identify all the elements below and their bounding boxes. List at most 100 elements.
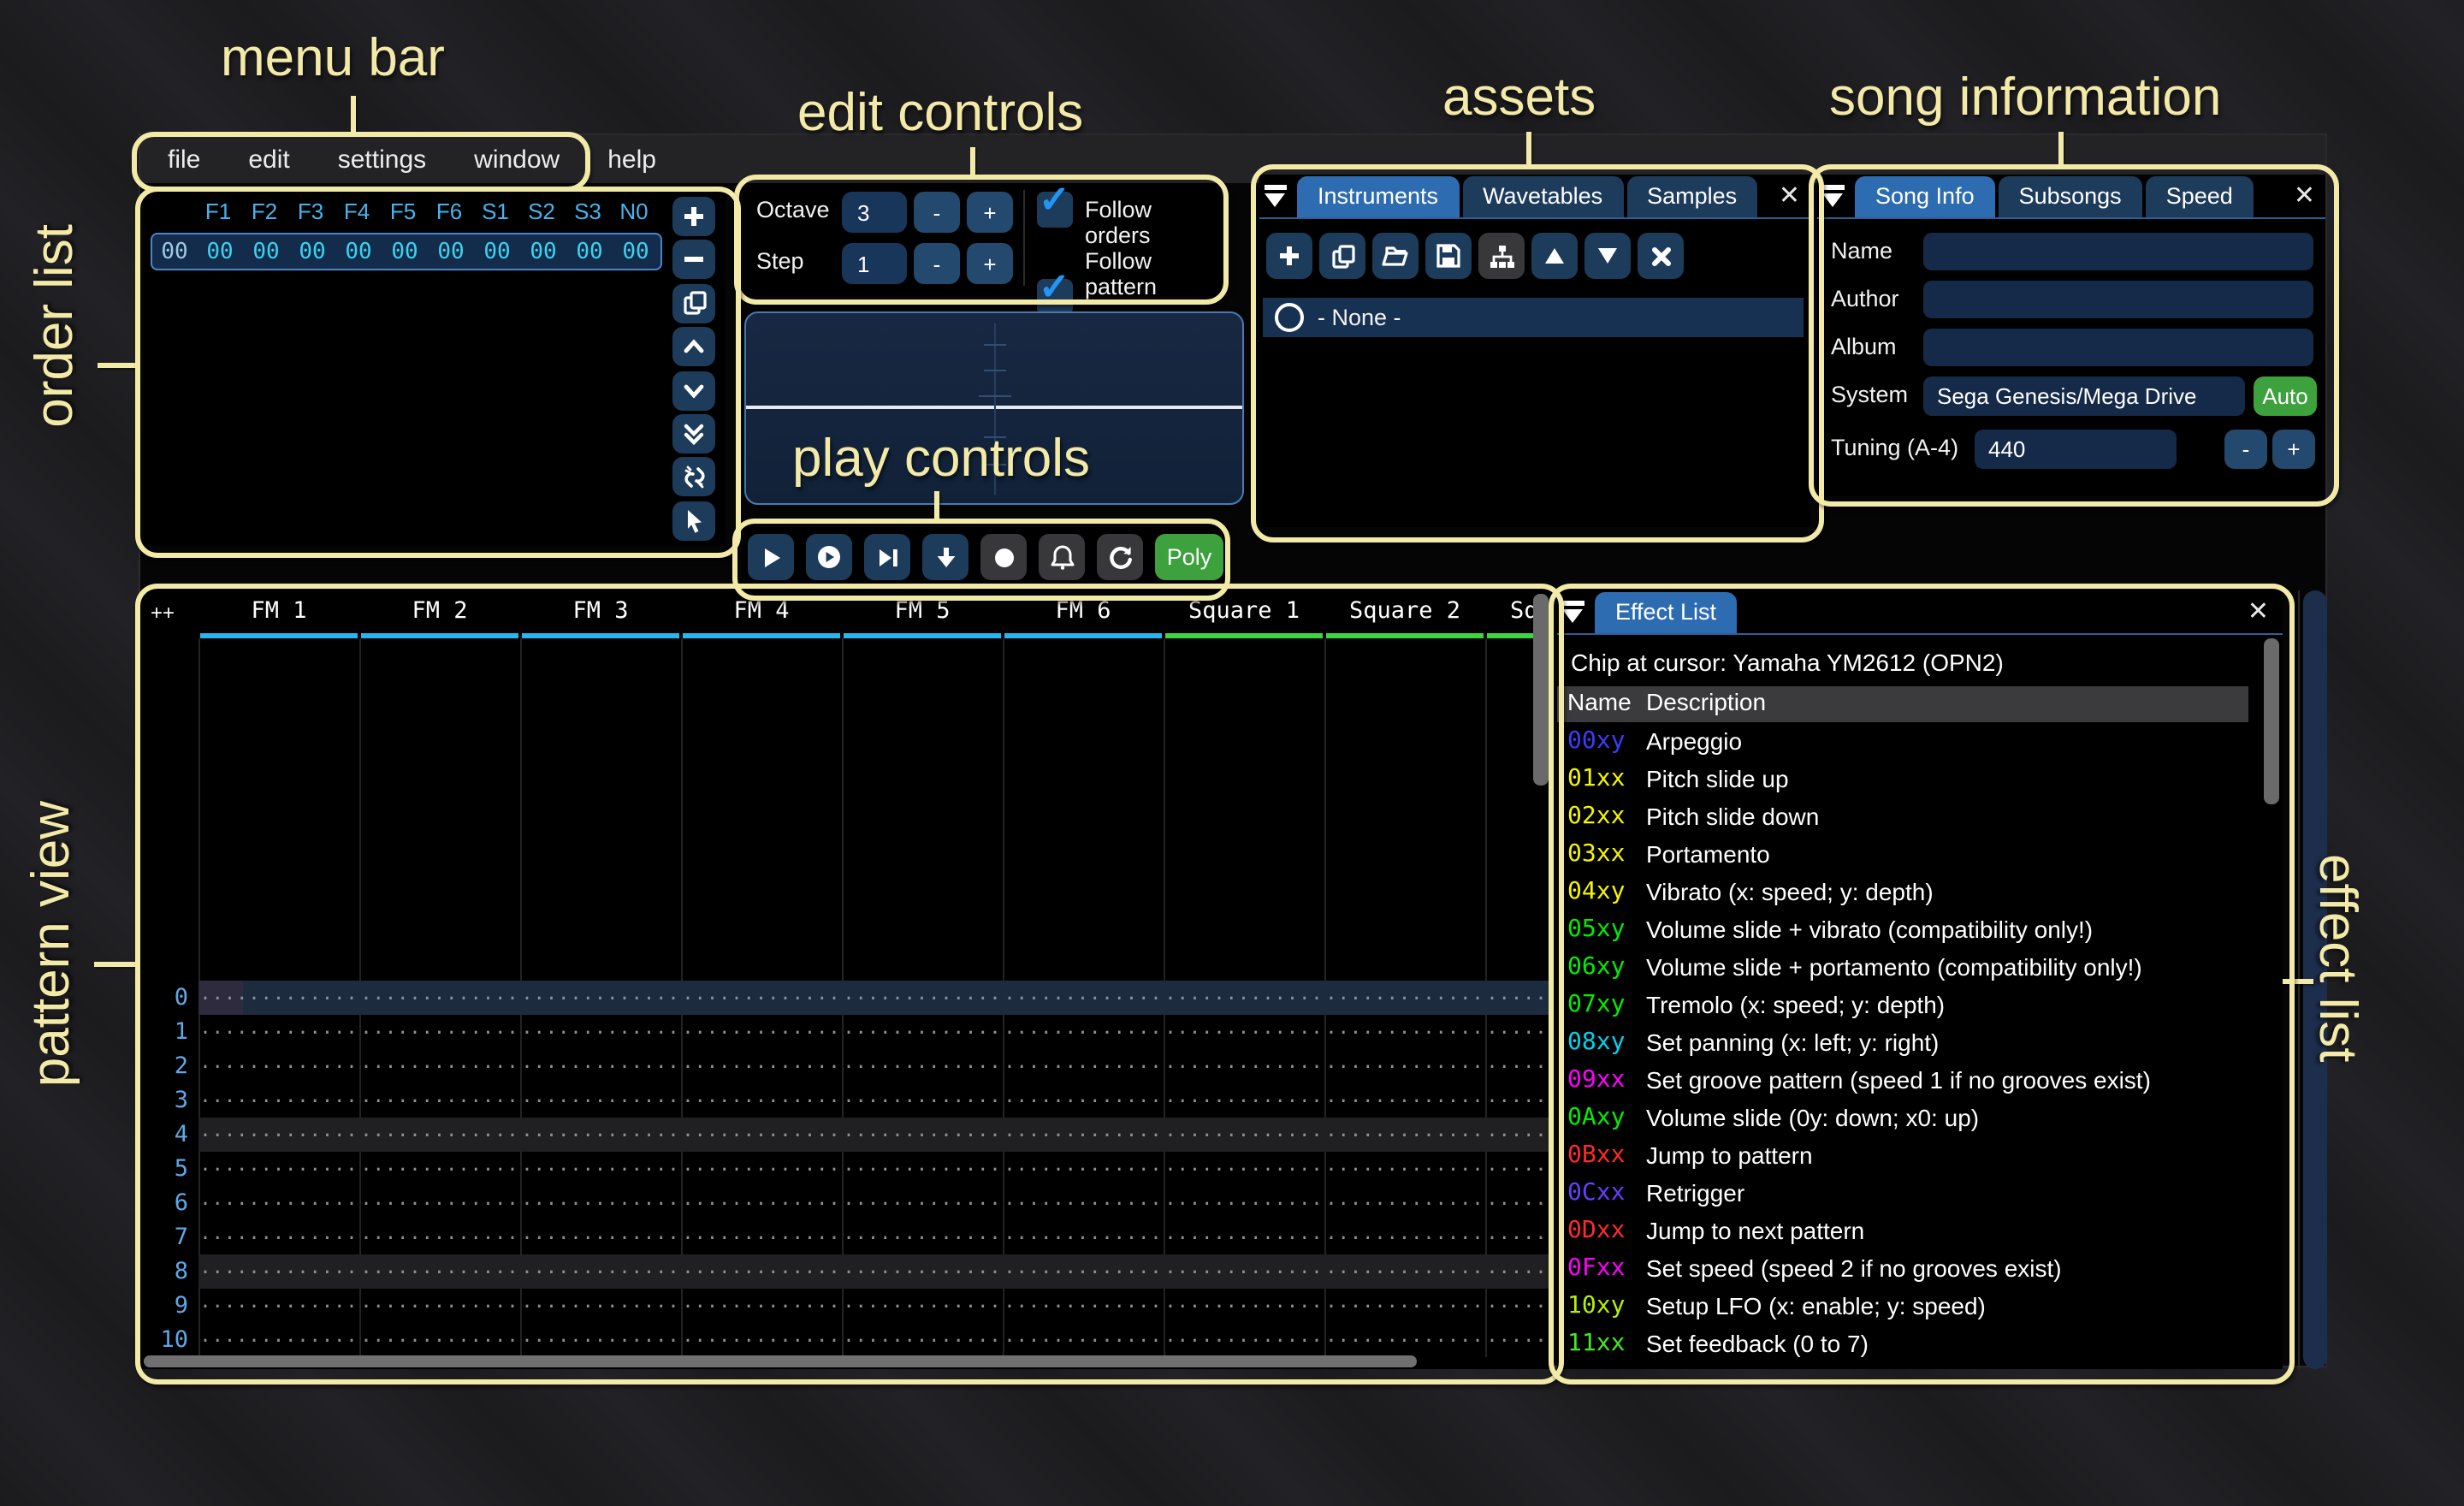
effect-row[interactable]: 00xy Arpeggio (1557, 727, 2283, 765)
order-cell[interactable]: 00 (613, 239, 659, 264)
copy-icon-button[interactable] (1319, 233, 1365, 279)
pattern-cell[interactable]: ············· (1003, 1152, 1164, 1186)
close-icon[interactable]: ✕ (2248, 596, 2269, 626)
tab-wavetables[interactable]: Wavetables (1462, 176, 1624, 217)
pattern-cell[interactable]: ············· (359, 981, 520, 1015)
tab-instruments[interactable]: Instruments (1297, 176, 1460, 217)
pattern-cell[interactable]: ············· (1164, 1083, 1324, 1118)
pattern-cell[interactable]: ············· (681, 1323, 842, 1357)
system-select[interactable]: Sega Genesis/Mega Drive (1923, 376, 2245, 416)
pattern-cell[interactable]: ············· (198, 1049, 359, 1083)
pattern-cell[interactable]: ············· (1164, 1152, 1324, 1186)
channel-header-square1[interactable]: Square 1 (1164, 597, 1324, 628)
effect-row[interactable]: 04xy Vibrato (x: speed; y: depth) (1557, 878, 2283, 916)
triangle-down-icon-button[interactable] (1584, 233, 1631, 279)
pattern-cell[interactable]: ············· (1003, 1323, 1164, 1357)
channel-header-fm6[interactable]: FM 6 (1003, 597, 1164, 628)
pattern-cell[interactable]: ············· (1003, 1083, 1164, 1118)
pattern-cell[interactable]: ············· (1324, 1254, 1485, 1289)
effect-row[interactable]: 03xx Portamento (1557, 840, 2283, 878)
tab-speed[interactable]: Speed (2145, 176, 2254, 217)
pattern-cell[interactable]: ············· (842, 1289, 1003, 1323)
effect-row[interactable]: 08xy Set panning (x: left; y: right) (1557, 1029, 2283, 1066)
pattern-cell[interactable]: ············· (520, 1118, 681, 1152)
tab-effect-list[interactable]: Effect List (1595, 592, 1738, 633)
name-input[interactable] (1923, 233, 2313, 270)
pattern-cell[interactable]: ············· (681, 1186, 842, 1220)
pattern-cell[interactable]: ············· (359, 1323, 520, 1357)
order-cell[interactable]: 00 (289, 239, 335, 264)
pattern-cell[interactable]: ············· (681, 1049, 842, 1083)
pattern-cell[interactable]: ············· (1324, 1152, 1485, 1186)
pattern-row[interactable]: 2 ············· ············· ·············… (140, 1049, 1552, 1083)
pattern-cell[interactable]: ············· (1485, 1289, 1552, 1323)
tree-icon-button[interactable] (1478, 233, 1525, 279)
follow-pattern-checkbox[interactable]: ✓ (1037, 265, 1073, 315)
effect-row[interactable]: 0Axy Volume slide (0y: down; x0: up) (1557, 1104, 2283, 1141)
pattern-cell[interactable]: ············· (198, 1015, 359, 1049)
effect-row[interactable]: 10xy Setup LFO (x: enable; y: speed) (1557, 1292, 2283, 1330)
play-from-cursor-button[interactable] (864, 534, 910, 580)
system-auto-button[interactable]: Auto (2254, 376, 2317, 416)
broken-link-icon-button[interactable] (672, 457, 715, 497)
pattern-cell[interactable]: ············· (359, 1118, 520, 1152)
cursor-icon-button[interactable] (672, 501, 715, 541)
order-cell[interactable]: 00 (566, 239, 613, 264)
pattern-cell[interactable]: ············· (520, 1323, 681, 1357)
save-icon-button[interactable] (1425, 233, 1472, 279)
pattern-cell[interactable]: ············· (842, 981, 1003, 1015)
channel-header-fm5[interactable]: FM 5 (842, 597, 1003, 628)
pattern-cell[interactable]: ············· (359, 1049, 520, 1083)
pattern-row[interactable]: 6 ············· ············· ·············… (140, 1186, 1552, 1220)
tab-samples[interactable]: Samples (1626, 176, 1758, 217)
pattern-cell[interactable]: ············· (198, 1289, 359, 1323)
pattern-cell[interactable]: ············· (842, 1015, 1003, 1049)
octave-increment-button[interactable]: + (967, 192, 1013, 233)
order-row[interactable]: 00 00 00 00 00 00 00 00 00 00 00 (151, 233, 662, 270)
pattern-cell[interactable]: ············· (520, 1049, 681, 1083)
pattern-cell[interactable]: ············· (681, 1220, 842, 1254)
pattern-cell[interactable]: ············· (359, 1289, 520, 1323)
pattern-cell[interactable]: ············· (1164, 1186, 1324, 1220)
pattern-cell[interactable]: ············· (520, 1083, 681, 1118)
pattern-cell[interactable]: ············· (681, 1254, 842, 1289)
step-down-button[interactable] (922, 534, 968, 580)
play-repeat-button[interactable] (806, 534, 852, 580)
menu-item-settings[interactable]: settings (338, 145, 426, 174)
order-cell[interactable]: 00 (520, 239, 566, 264)
pattern-cell[interactable]: ············· (1164, 1049, 1324, 1083)
pattern-cell[interactable]: ············· (1324, 1289, 1485, 1323)
pattern-cell[interactable]: ············· (359, 1015, 520, 1049)
effect-row[interactable]: 02xx Pitch slide down (1557, 803, 2283, 840)
chevron-down-icon-button[interactable] (672, 371, 715, 411)
pattern-cell[interactable]: ············· (1003, 1186, 1164, 1220)
pattern-cell[interactable]: ············· (1324, 1220, 1485, 1254)
pattern-horizontal-scrollbar[interactable] (144, 1355, 1417, 1367)
poly-button[interactable]: Poly (1155, 534, 1223, 580)
octave-decrement-button[interactable]: - (914, 192, 960, 233)
pattern-cell[interactable]: ············· (1324, 1323, 1485, 1357)
pattern-cell[interactable]: ············· (842, 1323, 1003, 1357)
menu-item-edit[interactable]: edit (248, 145, 289, 174)
effect-row[interactable]: 05xy Volume slide + vibrato (compatibilit… (1557, 916, 2283, 953)
plus-icon-button[interactable] (672, 197, 715, 236)
pattern-cell[interactable]: ············· (1324, 1015, 1485, 1049)
album-input[interactable] (1923, 329, 2313, 366)
pattern-cell[interactable]: ············· (1164, 981, 1324, 1015)
pattern-cell[interactable]: ············· (681, 1015, 842, 1049)
pattern-cell[interactable]: ············· (681, 1083, 842, 1118)
pattern-row[interactable]: 8 ············· ············· ·············… (140, 1254, 1552, 1289)
pattern-cell[interactable]: ············· (1003, 1015, 1164, 1049)
pattern-cell[interactable]: ············· (359, 1220, 520, 1254)
step-value[interactable]: 1 (842, 243, 907, 284)
pattern-cell[interactable]: ············· (1003, 1220, 1164, 1254)
pattern-cell[interactable]: ············· (520, 981, 681, 1015)
play-button[interactable] (748, 534, 794, 580)
pattern-cell[interactable]: ············· (1485, 1254, 1552, 1289)
tab-song-info[interactable]: Song Info (1855, 176, 1995, 217)
menu-item-window[interactable]: window (474, 145, 560, 174)
window-collapse-icon[interactable] (1817, 176, 1851, 217)
window-collapse-icon[interactable] (1557, 592, 1591, 633)
folder-open-icon-button[interactable] (1372, 233, 1419, 279)
order-column-header[interactable]: F6 (426, 199, 472, 233)
